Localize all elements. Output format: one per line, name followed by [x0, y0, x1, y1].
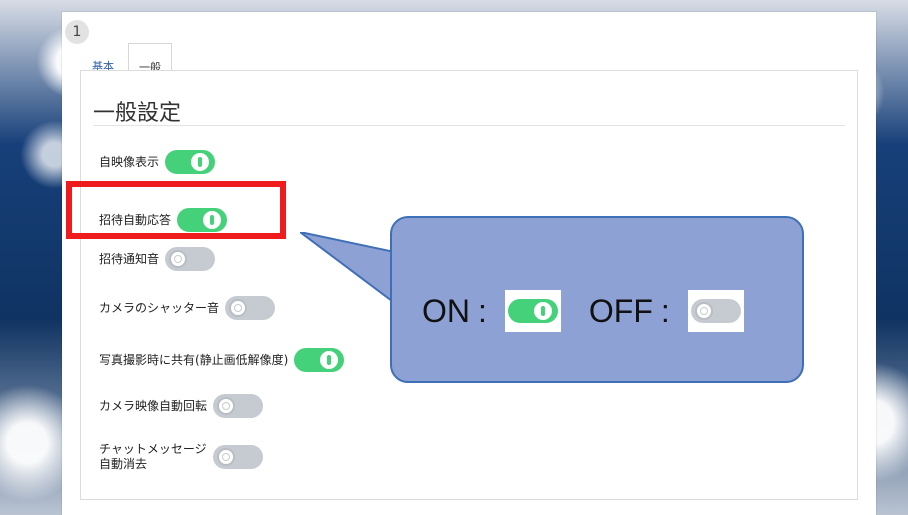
toggle-knob [533, 302, 552, 320]
setting-label-chat-clear: チャットメッセージ 自動消去 [99, 442, 207, 471]
setting-label-self-video: 自映像表示 [99, 154, 160, 169]
toggle-knob [217, 397, 236, 415]
setting-label-shutter-sound: カメラのシャッター音 [99, 300, 220, 315]
toggle-knob [694, 302, 713, 320]
callout-tail [300, 232, 404, 312]
setting-label-auto-answer: 招待自動応答 [99, 212, 172, 227]
toggle-knob [229, 299, 248, 317]
setting-label-auto-rotate: カメラ映像自動回転 [99, 398, 208, 413]
auto-answer-toggle[interactable] [177, 208, 228, 232]
toggle-knob [216, 448, 235, 466]
callout-separator: : [660, 292, 670, 329]
callout-separator: : [478, 292, 487, 329]
toggle-off-example [690, 299, 741, 323]
callout-off-group: OFF : [589, 290, 744, 332]
setting-row-chat-clear: チャットメッセージ 自動消去 [99, 435, 263, 479]
toggle-knob [169, 250, 188, 268]
callout-on-label: ON [422, 292, 470, 329]
setting-row-self-video: 自映像表示 [99, 145, 216, 179]
callout-off-example [687, 290, 744, 332]
invite-sound-toggle[interactable] [165, 247, 216, 271]
toggle-on-example [507, 299, 558, 323]
setting-row-auto-rotate: カメラ映像自動回転 [99, 389, 264, 423]
shutter-sound-toggle[interactable] [225, 296, 276, 320]
auto-rotate-toggle[interactable] [213, 394, 264, 418]
chat-clear-toggle[interactable] [212, 445, 263, 469]
toggle-knob [203, 211, 222, 229]
setting-row-shutter-sound: カメラのシャッター音 [99, 291, 276, 325]
toggle-legend-callout: ON : OFF : [390, 216, 804, 383]
setting-label-invite-sound: 招待通知音 [99, 251, 160, 266]
setting-row-auto-answer: 招待自動応答 [99, 203, 228, 237]
callout-off-label: OFF [588, 292, 653, 329]
page-title: 一般設定 [93, 101, 182, 126]
callout-on-example [504, 290, 561, 332]
self-video-toggle[interactable] [165, 150, 216, 174]
title-divider [93, 125, 845, 126]
toggle-knob [320, 351, 339, 369]
toggle-knob [191, 153, 210, 171]
callout-content: ON : OFF : [422, 290, 744, 332]
setting-row-invite-sound: 招待通知音 [99, 242, 216, 276]
setting-label-photo-share: 写真撮影時に共有(静止画低解像度) [99, 352, 289, 367]
